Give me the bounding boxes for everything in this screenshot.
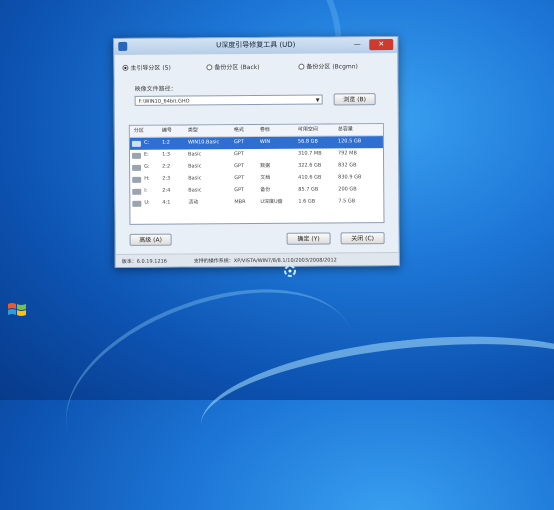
table-cell: Basic — [188, 163, 202, 170]
table-cell: G: — [144, 163, 150, 170]
table-cell: 2:4 — [162, 187, 171, 194]
supported-os-text: 支持的操作系统：XP/VISTA/WIN7/8/8.1/10/2003/2008… — [193, 257, 337, 265]
window-titlebar[interactable]: U深度引导修复工具 (UD) — ✕ — [114, 37, 398, 55]
busy-cursor-icon — [284, 265, 296, 277]
table-cell: I: — [144, 187, 148, 194]
table-row[interactable]: U: 4:1 活动 MBR U深度U盘 1.6 GB 7.5 GB — [130, 196, 383, 210]
column-header[interactable]: 总容量 — [338, 124, 353, 135]
close-window-button[interactable]: ✕ — [369, 39, 394, 51]
ok-button[interactable]: 确定 (Y) — [286, 232, 331, 245]
image-path-select[interactable]: F:\WIN10_64bit.GHO ▼ — [134, 94, 323, 106]
table-cell: 310.7 MB — [297, 150, 322, 157]
table-cell: Basic — [188, 187, 202, 194]
advanced-button[interactable]: 高级 (A) — [129, 233, 172, 246]
image-path-label: 映像文件路径： — [134, 85, 177, 93]
table-cell: 7.5 GB — [338, 198, 356, 205]
mode-radio-group: 主引导分区 (S) 备份分区 (Back) 备份分区 (Bcgmn) — [122, 61, 390, 75]
table-cell: 备份 — [260, 186, 271, 193]
radio-mode-2[interactable]: 备份分区 (Back) — [206, 62, 260, 72]
column-header[interactable]: 分区 — [134, 126, 144, 137]
status-bar: 版本：6.0.19.1216 支持的操作系统：XP/VISTA/WIN7/8/8… — [115, 252, 399, 267]
table-cell: 文档 — [260, 174, 271, 181]
radio-label: 备份分区 (Bcgmn) — [306, 63, 358, 71]
table-cell: 832 GB — [338, 162, 357, 169]
browse-button[interactable]: 浏览 (B) — [333, 93, 376, 106]
table-cell: 85.7 GB — [298, 186, 319, 193]
column-header[interactable]: 类型 — [188, 125, 198, 136]
column-header[interactable]: 编号 — [162, 126, 172, 137]
drive-icon — [132, 200, 142, 207]
table-cell: C: — [143, 139, 150, 146]
table-cell: E: — [143, 151, 149, 158]
table-cell: 活动 — [188, 199, 199, 206]
radio-dot-icon — [298, 63, 305, 70]
table-cell: GPT — [234, 187, 245, 194]
table-cell: H: — [144, 175, 150, 182]
table-cell: Basic — [188, 175, 202, 182]
table-cell: WIN — [259, 138, 271, 145]
column-header[interactable]: 格式 — [234, 125, 244, 136]
table-cell: WIN10.Basic — [187, 139, 220, 146]
table-cell: 数据 — [260, 162, 271, 169]
radio-label: 备份分区 (Back) — [214, 63, 260, 72]
repair-tool-window: U深度引导修复工具 (UD) — ✕ 主引导分区 (S) 备份分区 (Back)… — [113, 36, 400, 268]
table-cell: Basic — [187, 151, 202, 158]
table-cell: 56.8 GB — [297, 138, 318, 145]
column-header[interactable]: 卷标 — [260, 125, 270, 136]
table-cell: GPT — [233, 151, 244, 158]
radio-dot-icon — [122, 64, 129, 71]
table-cell: 2:3 — [162, 175, 171, 182]
drive-icon — [132, 164, 142, 171]
column-header[interactable]: 可用空间 — [298, 125, 318, 136]
version-text: 版本：6.0.19.1216 — [121, 258, 168, 265]
table-cell: 120.5 GB — [337, 138, 362, 145]
drive-icon — [131, 140, 141, 147]
partition-table: 分区 编号 类型 格式 卷标 可用空间 总容量 C: 1:2 WIN10.Bas… — [128, 123, 385, 225]
image-path-value: F:\WIN10_64bit.GHO — [138, 98, 190, 105]
table-cell: 1.6 GB — [298, 198, 316, 205]
radio-mode-3[interactable]: 备份分区 (Bcgmn) — [298, 61, 358, 71]
table-cell: GPT — [234, 163, 245, 170]
table-cell: 200 GB — [338, 186, 357, 193]
drive-icon — [132, 176, 142, 183]
radio-label: 主引导分区 (S) — [130, 64, 171, 72]
table-cell: U深度U盘 — [260, 198, 283, 205]
table-cell: 322.6 GB — [298, 162, 322, 169]
table-cell: 2:2 — [162, 163, 171, 170]
table-cell: 830.9 GB — [338, 174, 362, 181]
radio-dot-icon — [206, 63, 213, 70]
table-cell: 410.6 GB — [298, 174, 322, 181]
table-cell: MBR — [234, 199, 246, 206]
radio-mode-1[interactable]: 主引导分区 (S) — [122, 63, 171, 72]
table-cell: 792 MB — [337, 150, 357, 157]
table-cell: U: — [144, 199, 150, 206]
drive-icon — [132, 152, 142, 159]
close-button[interactable]: 关闭 (C) — [340, 232, 385, 245]
chevron-down-icon[interactable]: ▼ — [316, 96, 320, 106]
table-cell: GPT — [233, 139, 244, 146]
table-cell: 4:1 — [162, 199, 171, 206]
minimize-button[interactable]: — — [351, 39, 363, 50]
windows-logo-icon — [8, 303, 26, 316]
table-cell: 1:3 — [161, 151, 171, 158]
drive-icon — [132, 188, 142, 195]
table-cell: GPT — [234, 175, 245, 182]
table-cell: 1:2 — [161, 139, 171, 146]
